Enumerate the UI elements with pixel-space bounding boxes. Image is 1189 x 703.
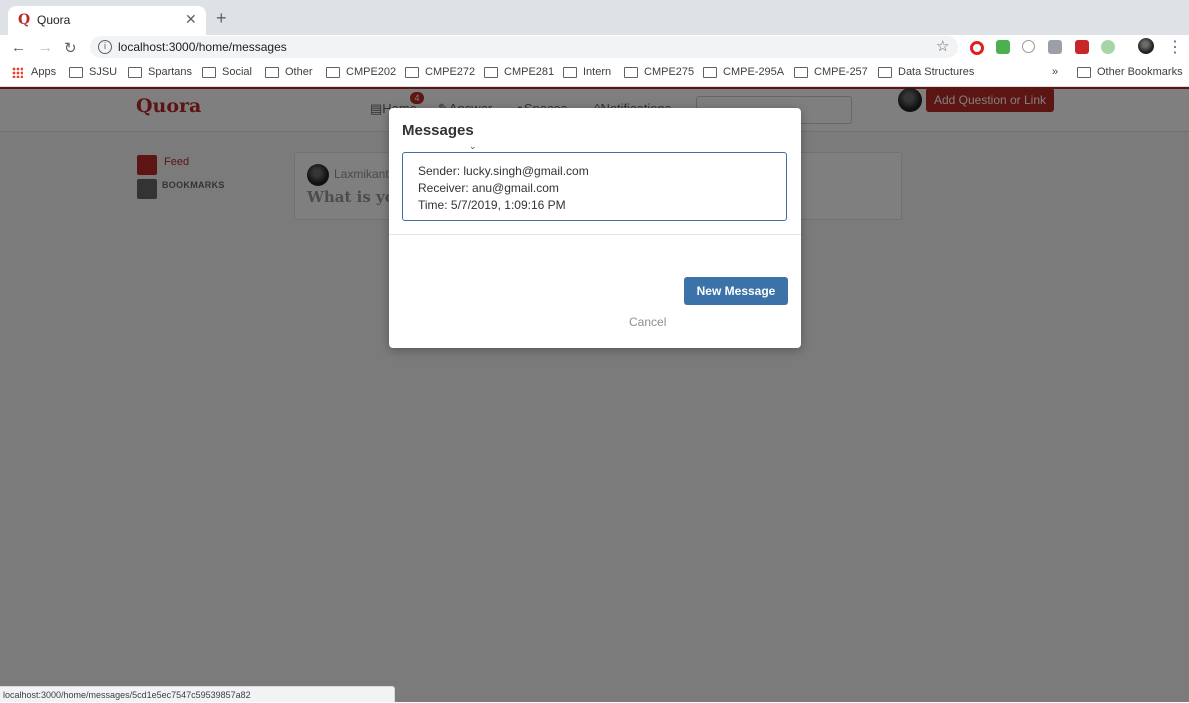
reload-icon[interactable]: ↻ [64, 39, 77, 57]
folder-icon [1077, 66, 1091, 78]
message-time: Time: 5/7/2019, 1:09:16 PM [418, 198, 566, 212]
quora-favicon-icon: Q [18, 12, 31, 28]
message-sender: Sender: lucky.singh@gmail.com [418, 164, 589, 178]
chevron-down-icon[interactable]: ⌄ [469, 142, 477, 152]
message-item[interactable]: Sender: lucky.singh@gmail.com Receiver: … [402, 152, 787, 221]
info-icon[interactable]: i [98, 40, 112, 54]
modal-title: Messages [402, 122, 474, 139]
modal-divider [389, 234, 801, 235]
bookmark-cmpe-257[interactable]: CMPE-257 [794, 66, 868, 78]
inbox-extension-icon[interactable] [996, 40, 1010, 54]
tracker-extension-icon[interactable] [1022, 40, 1035, 53]
message-receiver: Receiver: anu@gmail.com [418, 181, 559, 195]
bookmark-social[interactable]: Social [202, 66, 252, 78]
new-tab-icon[interactable]: + [216, 9, 227, 27]
profile-avatar-icon[interactable] [1138, 38, 1154, 54]
bookmarks-overflow-icon[interactable]: » [1052, 66, 1058, 78]
folder-icon [326, 66, 340, 78]
bookmark-cmpe-295a[interactable]: CMPE-295A [703, 66, 784, 78]
color-extension-icon[interactable] [1101, 40, 1115, 54]
folder-icon [563, 66, 577, 78]
star-icon[interactable]: ☆ [936, 37, 949, 55]
url-text: localhost:3000/home/messages [118, 40, 287, 54]
folder-icon [128, 66, 142, 78]
bookmark-cmpe272[interactable]: CMPE272 [405, 66, 475, 78]
folder-icon [484, 66, 498, 78]
tab-title: Quora [37, 13, 71, 27]
bookmark-other-bookmarks[interactable]: Other Bookmarks [1077, 66, 1183, 78]
folder-icon [624, 66, 638, 78]
folder-icon [703, 66, 717, 78]
opera-extension-icon[interactable] [970, 41, 984, 55]
back-icon[interactable]: ← [11, 39, 26, 56]
folder-icon [405, 66, 419, 78]
bookmark-cmpe202[interactable]: CMPE202 [326, 66, 396, 78]
new-message-button[interactable]: New Message [684, 277, 788, 305]
bookmark-data-structures[interactable]: Data Structures [878, 66, 974, 78]
messages-modal: Messages ⌄ Sender: lucky.singh@gmail.com… [389, 108, 801, 348]
bookmark-apps[interactable]: Apps [12, 66, 56, 78]
forward-icon[interactable]: → [38, 39, 53, 56]
mail-extension-icon[interactable] [1048, 40, 1062, 54]
browser-tab[interactable]: Q Quora ✕ [8, 6, 206, 35]
bookmark-cmpe281[interactable]: CMPE281 [484, 66, 554, 78]
close-tab-icon[interactable]: ✕ [185, 11, 197, 28]
status-bar-url: localhost:3000/home/messages/5cd1e5ec754… [0, 686, 395, 702]
folder-icon [878, 66, 892, 78]
folder-icon [794, 66, 808, 78]
address-bar[interactable]: i localhost:3000/home/messages ☆ [90, 36, 958, 58]
folder-icon [202, 66, 216, 78]
cancel-button[interactable]: Cancel [629, 315, 666, 329]
folder-icon [69, 66, 83, 78]
menu-icon[interactable]: ⋮ [1167, 37, 1183, 57]
bookmark-spartans[interactable]: Spartans [128, 66, 192, 78]
bookmark-sjsu[interactable]: SJSU [69, 66, 117, 78]
folder-icon [265, 66, 279, 78]
bookmark-other[interactable]: Other [265, 66, 313, 78]
pdf-extension-icon[interactable] [1075, 40, 1089, 54]
apps-grid-icon [12, 66, 23, 78]
bookmark-intern[interactable]: Intern [563, 66, 611, 78]
bookmark-cmpe275[interactable]: CMPE275 [624, 66, 694, 78]
